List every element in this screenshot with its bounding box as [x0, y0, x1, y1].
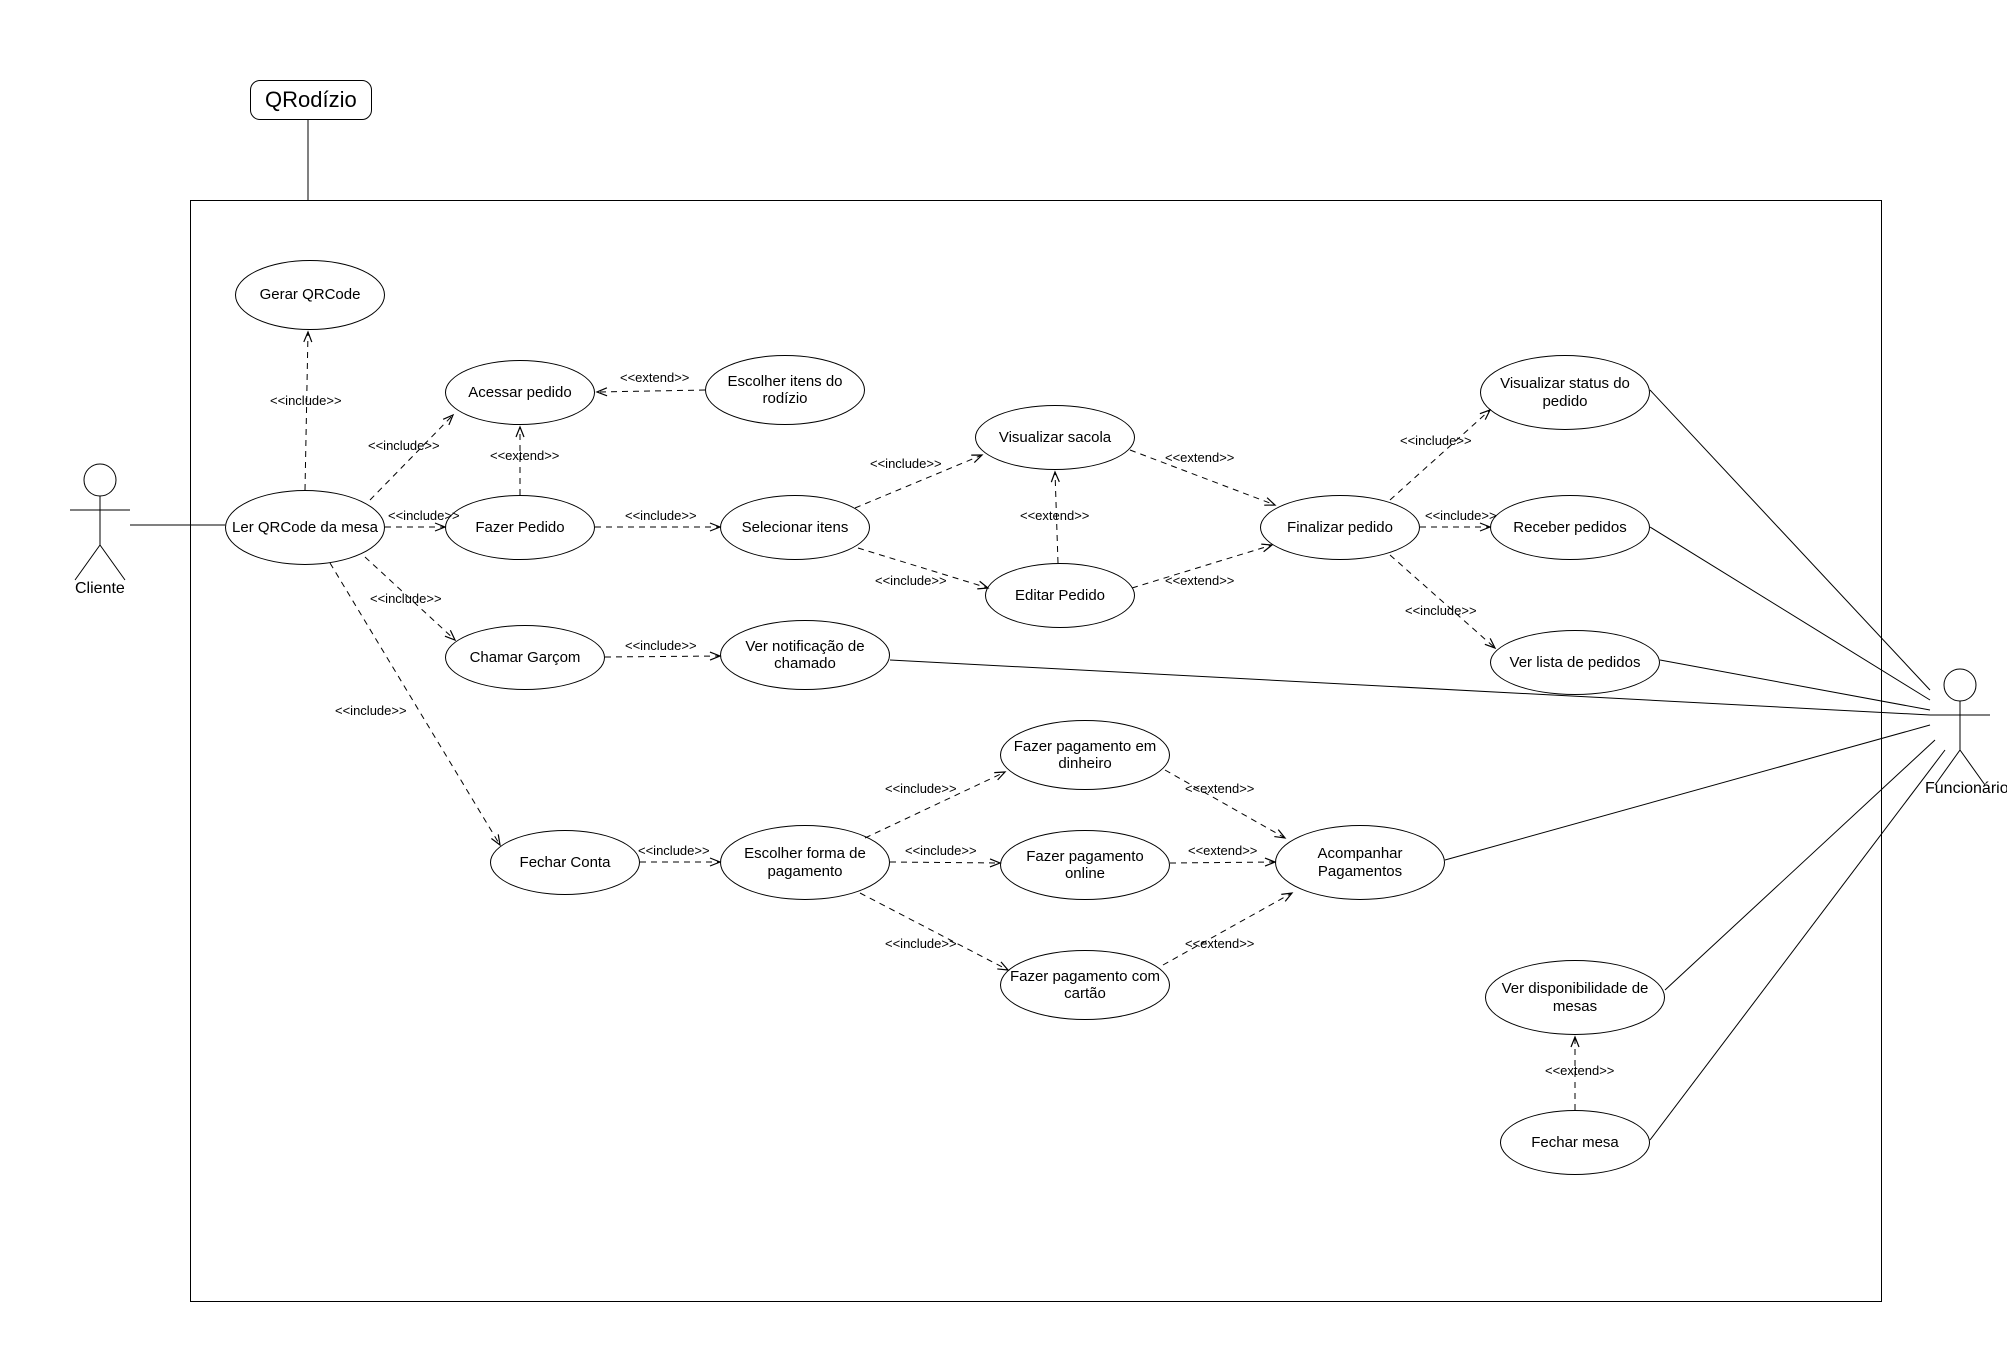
edge-label: <<include>>	[368, 438, 440, 453]
edge-escolher-online	[890, 862, 1000, 863]
actor-funcionario	[1930, 669, 1990, 785]
edge-label: <<extend>>	[1545, 1063, 1614, 1078]
diagram-svg: <<include>> <<include>> <<include>> <<in…	[0, 0, 2007, 1371]
edge-label: <<include>>	[905, 843, 977, 858]
edge-label: <<extend>>	[1185, 781, 1254, 796]
edge-ler-gerar	[305, 332, 308, 490]
edge-label: <<include>>	[335, 703, 407, 718]
edge-label: <<extend>>	[490, 448, 559, 463]
assoc-func-status	[1650, 390, 1930, 690]
edge-label: <<extend>>	[1185, 936, 1254, 951]
edge-label: <<include>>	[1425, 508, 1497, 523]
edge-label: <<extend>>	[1165, 573, 1234, 588]
edge-label: <<include>>	[1400, 433, 1472, 448]
edge-label: <<include>>	[1405, 603, 1477, 618]
edge-label: <<include>>	[370, 591, 442, 606]
edge-final-status	[1390, 410, 1490, 500]
assoc-func-notificacao	[890, 660, 1930, 715]
edge-label: <<include>>	[885, 936, 957, 951]
assoc-func-disponibilidade	[1665, 740, 1935, 990]
edge-label: <<include>>	[270, 393, 342, 408]
assoc-func-acompanhar	[1445, 725, 1930, 860]
edge-escolher-acessar	[597, 390, 705, 392]
edge-label: <<extend>>	[1165, 450, 1234, 465]
edge-label: <<include>>	[625, 508, 697, 523]
assoc-func-receber	[1650, 527, 1930, 700]
edge-label: <<include>>	[870, 456, 942, 471]
edge-label: <<extend>>	[620, 370, 689, 385]
edge-escolher-cartao	[860, 893, 1008, 970]
edge-label: <<include>>	[638, 843, 710, 858]
actor-cliente	[70, 464, 130, 580]
edge-cartao-acomp	[1163, 893, 1292, 965]
edge-online-acomp	[1170, 862, 1275, 863]
edge-label: <<include>>	[885, 781, 957, 796]
edge-chamar-notif	[605, 656, 720, 657]
diagram-canvas: QRodízio Gerar QRCode Ler QRCode da mesa…	[0, 0, 2007, 1371]
edge-label: <<include>>	[875, 573, 947, 588]
edge-final-lista	[1390, 555, 1495, 648]
edge-label: <<extend>>	[1188, 843, 1257, 858]
edge-label: <<include>>	[625, 638, 697, 653]
edge-label: <<extend>>	[1020, 508, 1089, 523]
edge-label: <<include>>	[388, 508, 460, 523]
edge-ler-acessar	[370, 415, 453, 500]
assoc-func-fecharmesa	[1650, 750, 1945, 1140]
